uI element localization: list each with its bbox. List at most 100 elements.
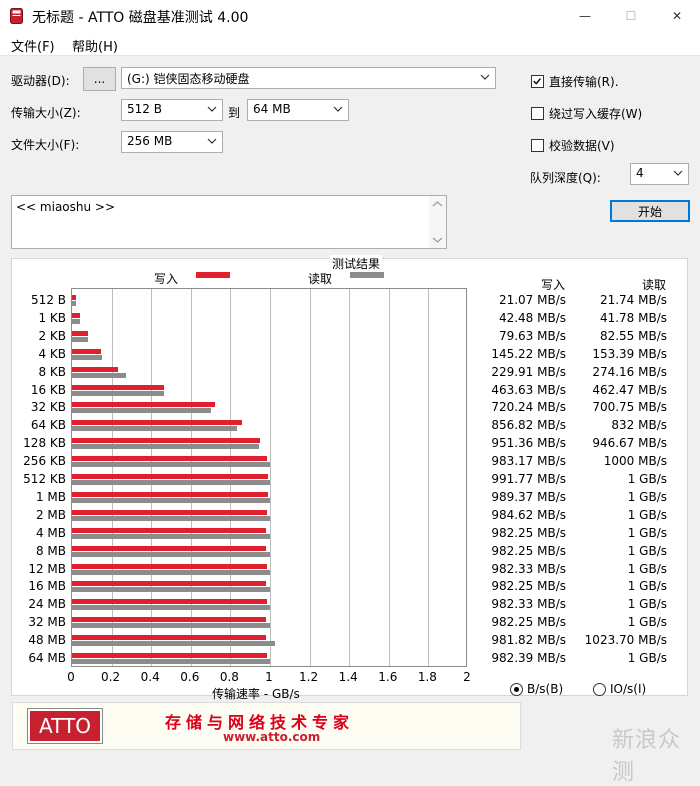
maximize-button[interactable]: ☐ — [608, 0, 654, 32]
read-value-cell: 946.67 MB/s — [592, 436, 667, 451]
browse-button[interactable]: ... — [83, 67, 116, 91]
description-scrollbar[interactable] — [429, 196, 446, 248]
scroll-up-icon — [432, 201, 443, 207]
verify-data-checkbox[interactable]: 校验数据(V) — [531, 137, 615, 154]
write-bar — [72, 635, 267, 641]
minimize-button[interactable]: — — [562, 0, 608, 32]
start-button[interactable]: 开始 — [610, 200, 690, 222]
y-tick-label: 2 KB — [38, 328, 66, 343]
write-bar — [72, 420, 242, 426]
unit-bytes-radio[interactable]: B/s(B) — [510, 682, 563, 696]
read-value-cell: 1 GB/s — [627, 489, 667, 504]
read-bar — [72, 426, 237, 432]
bypass-cache-box[interactable] — [531, 107, 544, 120]
read-value-cell: 274.16 MB/s — [592, 364, 667, 379]
transfer-from-value: 512 B — [127, 102, 162, 116]
write-bar — [72, 384, 164, 390]
unit-io-label: IO/s(I) — [610, 682, 647, 696]
y-tick-label: 4 MB — [35, 525, 66, 540]
gridline — [309, 289, 311, 666]
read-value-cell: 1 GB/s — [627, 543, 667, 558]
description-textarea[interactable]: << miaoshu >> — [11, 195, 447, 249]
write-bar — [72, 563, 267, 569]
read-value-cell: 1023.70 MB/s — [584, 633, 667, 648]
read-bar — [72, 605, 270, 611]
write-value-cell: 951.36 MB/s — [491, 436, 566, 451]
write-value-cell: 463.63 MB/s — [491, 382, 566, 397]
banner-url[interactable]: www.atto.com — [223, 730, 320, 744]
direct-io-box[interactable] — [531, 75, 544, 88]
x-axis-title: 传输速率 - GB/s — [212, 687, 300, 701]
write-bar — [72, 491, 268, 497]
menu-help[interactable]: 帮助(H) — [72, 36, 118, 55]
write-bar — [72, 330, 88, 336]
read-value-cell: 1 GB/s — [627, 615, 667, 630]
read-bar — [72, 390, 164, 396]
verify-data-label: 校验数据(V) — [549, 139, 615, 153]
write-bar — [72, 509, 267, 515]
write-value-cell: 982.25 MB/s — [491, 615, 566, 630]
y-tick-label: 8 KB — [38, 364, 66, 379]
read-value-cell: 153.39 MB/s — [592, 346, 667, 361]
x-tick-label: 0 — [67, 670, 75, 684]
transfer-from-select[interactable]: 512 B — [121, 99, 223, 121]
x-tick-label: 1.4 — [338, 670, 358, 684]
y-tick-label: 1 MB — [35, 489, 66, 504]
queue-depth-select[interactable]: 4 — [630, 163, 689, 185]
legend-write-swatch — [196, 272, 230, 278]
transfer-size-label: 传输大小(Z): — [11, 106, 81, 120]
radio-selected-icon[interactable] — [510, 682, 523, 696]
read-column-header: 读取 — [641, 278, 666, 292]
transfer-to-select[interactable]: 64 MB — [247, 99, 349, 121]
read-value-cell: 1 GB/s — [627, 579, 667, 594]
file-size-value: 256 MB — [127, 134, 173, 148]
menu-file[interactable]: 文件(F) — [11, 36, 55, 55]
direct-io-checkbox[interactable]: 直接传输(R). — [531, 73, 619, 90]
write-bar — [72, 295, 77, 300]
x-tick-label: 1.6 — [378, 670, 398, 684]
drive-select[interactable]: (G:) 铠侠固态移动硬盘 — [121, 67, 496, 89]
read-bar — [72, 659, 270, 664]
read-value-cell: 700.75 MB/s — [592, 400, 667, 415]
title-bar: 无标题 - ATTO 磁盘基准测试 4.00 — ☐ ✕ — [0, 0, 700, 32]
close-button[interactable]: ✕ — [654, 0, 700, 32]
write-value-cell: 981.82 MB/s — [491, 633, 566, 648]
y-tick-label: 256 KB — [23, 454, 66, 469]
window-title: 无标题 - ATTO 磁盘基准测试 4.00 — [32, 10, 249, 26]
bypass-cache-label: 绕过写入缓存(W) — [549, 107, 643, 121]
menu-bar: 文件(F) 帮助(H) — [0, 32, 700, 56]
results-title: 测试结果 — [330, 255, 383, 272]
write-value-cell: 79.63 MB/s — [498, 328, 566, 343]
app-disk-icon — [10, 8, 23, 24]
x-tick-label: 0.6 — [180, 670, 200, 684]
unit-io-radio[interactable]: IO/s(I) — [593, 682, 646, 696]
write-value-cell: 982.33 MB/s — [491, 561, 566, 576]
write-bar — [72, 527, 267, 533]
y-tick-label: 64 KB — [30, 418, 66, 433]
transfer-to-value: 64 MB — [253, 102, 291, 116]
read-bar — [72, 641, 275, 647]
read-bar — [72, 515, 270, 521]
file-size-select[interactable]: 256 MB — [121, 131, 223, 153]
y-tick-label: 16 MB — [28, 579, 66, 594]
read-bar — [72, 623, 270, 629]
y-tick-label: 64 MB — [28, 651, 66, 665]
y-tick-label: 24 MB — [28, 597, 66, 612]
gridline — [428, 289, 430, 666]
radio-unselected-icon[interactable] — [593, 682, 606, 696]
to-label: 到 — [228, 106, 241, 120]
y-tick-label: 48 MB — [28, 633, 66, 648]
queue-depth-label: 队列深度(Q): — [530, 171, 601, 185]
gridline — [270, 289, 271, 666]
read-value-cell: 1 GB/s — [627, 472, 667, 486]
write-value-cell: 984.62 MB/s — [491, 507, 566, 522]
read-value-cell: 1 GB/s — [627, 597, 667, 612]
bypass-cache-checkbox[interactable]: 绕过写入缓存(W) — [531, 105, 642, 122]
x-tick-label: 1 — [265, 670, 273, 684]
atto-banner[interactable]: ATTO 存储与网络技术专家 www.atto.com — [12, 702, 521, 750]
verify-data-box[interactable] — [531, 139, 544, 152]
write-bar — [72, 312, 81, 318]
write-value-cell: 991.77 MB/s — [491, 472, 566, 486]
chevron-down-icon — [207, 106, 217, 112]
read-bar — [72, 444, 260, 450]
